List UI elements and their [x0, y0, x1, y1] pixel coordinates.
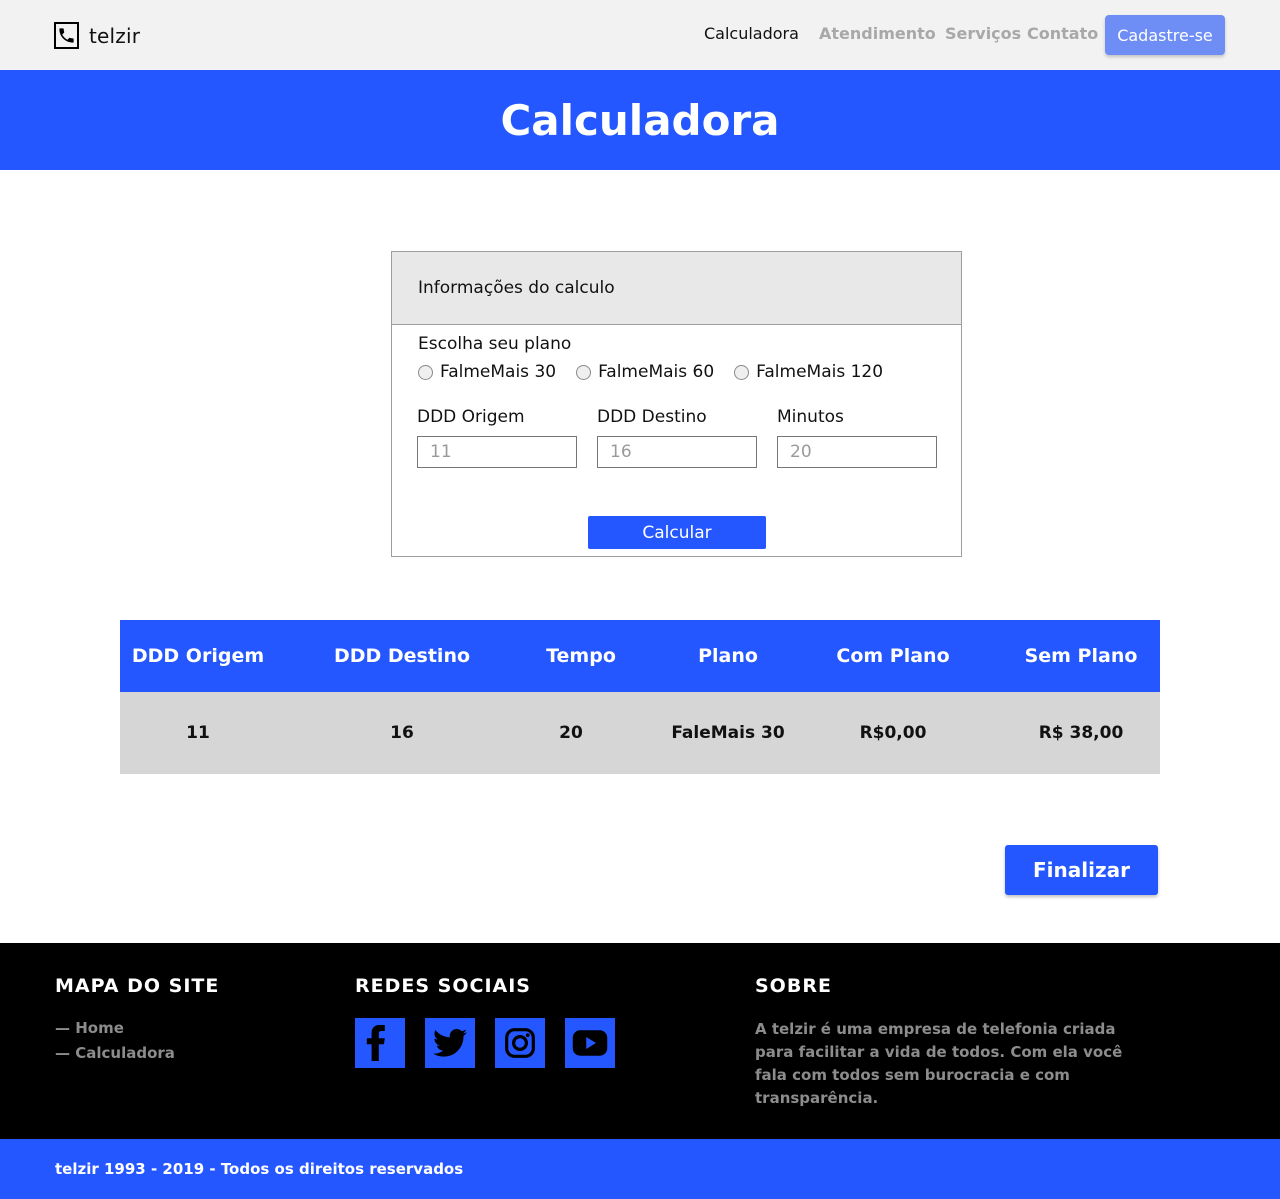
plan-label: Escolha seu plano — [418, 334, 572, 354]
radio-button[interactable] — [734, 364, 750, 380]
table-cell: R$ 38,00 — [1038, 723, 1124, 743]
ddd-origem-field: DDD Origem 11 — [417, 407, 577, 468]
calculator-card: Informações do calculo Escolha seu plano… — [391, 251, 962, 557]
ddd-destino-field: DDD Destino 16 — [597, 407, 757, 468]
main-nav: Calculadora Atendimento Serviços Contato — [0, 24, 1280, 48]
radio-button[interactable] — [576, 364, 592, 380]
calculator-card-header: Informações do calculo — [392, 252, 961, 325]
nav-item-servicos[interactable]: Serviços — [945, 24, 1021, 43]
sitemap-link-home[interactable]: — Home — [55, 1019, 124, 1037]
column-header: Plano — [698, 645, 758, 667]
column-header: Sem Plano — [1024, 645, 1138, 667]
plan-radio-label: FalmeMais 120 — [756, 362, 884, 382]
results-table: DDD Origem DDD Destino Tempo Plano Com P… — [120, 620, 1160, 774]
calculator-card-title: Informações do calculo — [418, 278, 615, 298]
youtube-icon[interactable] — [565, 1018, 615, 1068]
site-header: telzir Calculadora Atendimento Serviços … — [0, 0, 1280, 70]
minutos-field: Minutos 20 — [777, 407, 937, 468]
column-header: DDD Origem — [131, 645, 265, 667]
finish-button[interactable]: Finalizar — [1005, 845, 1158, 895]
nav-item-calculadora[interactable]: Calculadora — [704, 24, 799, 43]
calculate-button[interactable]: Calcular — [588, 516, 766, 549]
column-header: DDD Destino — [333, 645, 471, 667]
table-cell: R$0,00 — [859, 723, 927, 743]
facebook-icon[interactable] — [355, 1018, 405, 1068]
plan-radio-label: FalmeMais 30 — [440, 362, 557, 382]
nav-item-atendimento[interactable]: Atendimento — [819, 24, 936, 43]
about-heading: SOBRE — [755, 975, 832, 997]
social-heading: REDES SOCIAIS — [355, 975, 531, 997]
table-cell: 20 — [559, 723, 583, 743]
plan-radio-60[interactable]: FalmeMais 60 — [576, 362, 714, 382]
copyright-text: telzir 1993 - 2019 - Todos os direitos r… — [55, 1160, 464, 1178]
table-header: DDD Origem DDD Destino Tempo Plano Com P… — [120, 620, 1160, 692]
page-banner: Calculadora — [0, 70, 1280, 170]
plan-radio-group: FalmeMais 30 FalmeMais 60 FalmeMais 120 — [418, 362, 883, 382]
plan-radio-30[interactable]: FalmeMais 30 — [418, 362, 556, 382]
copyright-bar: telzir 1993 - 2019 - Todos os direitos r… — [0, 1139, 1280, 1199]
instagram-icon[interactable] — [495, 1018, 545, 1068]
table-cell: 11 — [186, 723, 210, 743]
plan-radio-label: FalmeMais 60 — [598, 362, 715, 382]
ddd-destino-label: DDD Destino — [597, 407, 707, 427]
minutos-input[interactable]: 20 — [777, 436, 937, 468]
site-footer: MAPA DO SITE — Home — Calculadora REDES … — [0, 943, 1280, 1139]
table-cell: FaleMais 30 — [671, 723, 785, 743]
ddd-origem-input[interactable]: 11 — [417, 436, 577, 468]
page-title: Calculadora — [500, 95, 780, 145]
table-cell: 16 — [390, 723, 414, 743]
table-row: 11 16 20 FaleMais 30 R$0,00 R$ 38,00 — [120, 692, 1160, 774]
about-text: A telzir é uma empresa de telefonia cria… — [755, 1020, 1123, 1107]
sitemap-heading: MAPA DO SITE — [55, 975, 220, 997]
sitemap-link-calculadora[interactable]: — Calculadora — [55, 1044, 175, 1062]
signup-button[interactable]: Cadastre-se — [1105, 15, 1225, 55]
column-header: Com Plano — [836, 645, 950, 667]
twitter-icon[interactable] — [425, 1018, 475, 1068]
ddd-origem-label: DDD Origem — [417, 407, 525, 427]
plan-radio-120[interactable]: FalmeMais 120 — [734, 362, 883, 382]
radio-button[interactable] — [418, 364, 433, 380]
minutos-label: Minutos — [777, 407, 844, 427]
column-header: Tempo — [546, 645, 616, 667]
ddd-destino-input[interactable]: 16 — [597, 436, 757, 468]
nav-item-contato[interactable]: Contato — [1027, 24, 1098, 43]
